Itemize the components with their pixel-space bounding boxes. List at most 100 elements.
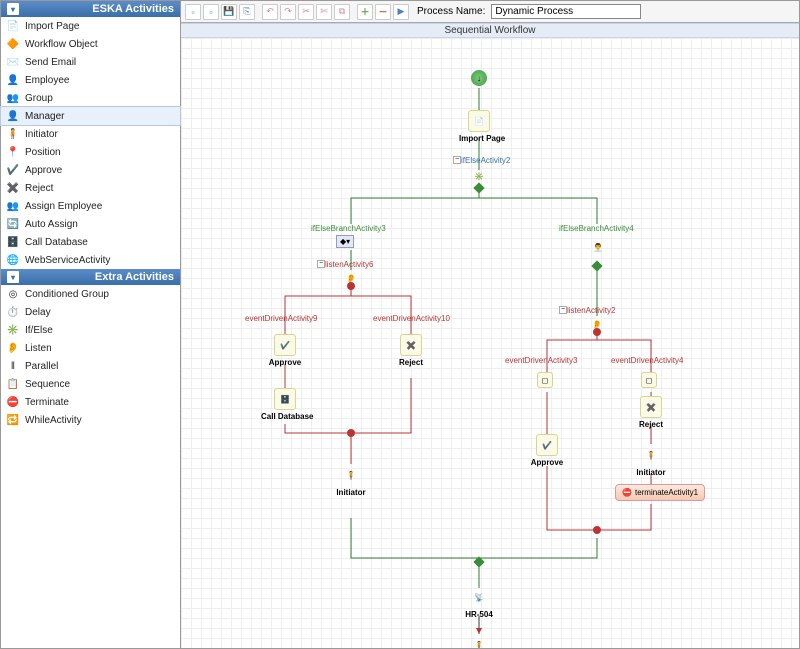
tb-add[interactable]: ＋ <box>357 4 373 20</box>
item-label: Group <box>25 93 53 104</box>
ifelse-branch3[interactable]: ifElseBranchActivity3 <box>311 224 386 233</box>
tb-remove[interactable]: － <box>375 4 391 20</box>
app-root: ▾ESKA Activities 📄 Import Page 🔶Workflow Ob… <box>0 0 800 649</box>
item-label: Initiator <box>25 129 58 140</box>
event-driven-3[interactable]: eventDrivenActivity3 <box>505 356 577 365</box>
item-label: Terminate <box>25 397 69 408</box>
item-icon: 🔁 <box>5 413 21 427</box>
start-node[interactable]: ↓ <box>471 70 487 88</box>
tb-new[interactable]: ▫ <box>185 4 201 20</box>
sidebar-item-workflow-object[interactable]: 🔶Workflow Object <box>1 35 180 53</box>
tb-save[interactable]: 💾 <box>221 4 237 20</box>
sidebar-item-import-page[interactable]: 📄 Import Page <box>1 17 180 35</box>
item-icon: 🔶 <box>5 37 21 51</box>
item-icon: 👥 <box>5 91 21 105</box>
sidebar-item-approve[interactable]: ✔️ Approve <box>1 161 180 179</box>
tb-paste[interactable]: ⧉ <box>334 4 350 20</box>
listen-activity6[interactable]: listenActivity6 <box>325 260 373 269</box>
sidebar-item-reject[interactable]: ✖️Reject <box>1 179 180 197</box>
tb-cut[interactable]: ✄ <box>316 4 332 20</box>
hr-504-activity[interactable]: 📡HR-504 <box>459 586 499 619</box>
initiator-bottom[interactable]: 🧍Initiator <box>457 634 501 648</box>
sidebar-item-call-database[interactable]: 🗄️Call Database <box>1 233 180 251</box>
event-driven-4[interactable]: eventDrivenActivity4 <box>611 356 683 365</box>
item-icon: ✔️ <box>5 163 21 177</box>
tb-saveall[interactable]: ⎘ <box>239 4 255 20</box>
sidebar-item-send-email[interactable]: ✉️Send Email <box>1 53 180 71</box>
panel-header[interactable]: ▾ESKA Activities <box>1 1 180 17</box>
item-icon: 🌐 <box>5 253 21 267</box>
item-icon: 🗄️ <box>5 235 21 249</box>
tb-redo[interactable]: ↷ <box>280 4 296 20</box>
collapse-ifelse2[interactable]: − <box>453 156 461 164</box>
item-icon: 📋 <box>5 377 21 391</box>
event-driven-10[interactable]: eventDrivenActivity10 <box>373 314 450 323</box>
item-icon: 🧍 <box>5 127 21 141</box>
sidebar-item-conditioned-group[interactable]: ◎Conditioned Group <box>1 285 180 303</box>
item-label: Auto Assign <box>25 219 78 230</box>
sidebar-item-terminate[interactable]: ⛔Terminate <box>1 393 180 411</box>
initiator-left[interactable]: 🧍Initiator <box>331 464 371 497</box>
panel-header[interactable]: ▾Extra Activities <box>1 269 180 285</box>
tb-copy[interactable]: ✂ <box>298 4 314 20</box>
item-icon: 📄 <box>5 19 21 33</box>
item-label: Assign Employee <box>25 201 102 212</box>
terminate-activity[interactable]: ⛔terminateActivity1 <box>615 484 705 501</box>
sidebar-item-webserviceactivity[interactable]: 🌐 WebServiceActivity <box>1 251 180 269</box>
workflow-canvas[interactable]: ↓ 📄Import Page − ifElseActivity2 ✳️ ifEl… <box>181 38 799 648</box>
item-label: Import Page <box>25 21 79 32</box>
branch4-diamond <box>591 260 602 271</box>
item-label: Approve <box>25 165 62 176</box>
sidebar-item-parallel[interactable]: ‖ Parallel <box>1 357 180 375</box>
item-label: WhileActivity <box>25 415 82 426</box>
sidebar-item-group[interactable]: 👥 Group <box>1 89 180 107</box>
merge-dot-left <box>347 429 355 437</box>
item-label: WebServiceActivity <box>25 255 110 266</box>
listen6-join-dot <box>347 282 355 290</box>
branch3-button[interactable]: ◆▾ <box>336 235 354 248</box>
listen-activity2[interactable]: listenActivity2 <box>567 306 615 315</box>
sidebar-item-sequence[interactable]: 📋Sequence <box>1 375 180 393</box>
ifelse-activity2[interactable]: ifElseActivity2 <box>461 156 510 165</box>
initiator-right[interactable]: 🧍Initiator <box>631 444 671 477</box>
listen2-join-dot <box>593 328 601 336</box>
sidebar-item-initiator[interactable]: 🧍 Initiator <box>1 125 180 143</box>
item-icon: ‖ <box>5 359 21 373</box>
collapse-listen6[interactable]: − <box>317 260 325 268</box>
item-label: Parallel <box>25 361 58 372</box>
ifelse-branch4[interactable]: ifElseBranchActivity4 <box>559 224 634 233</box>
call-database-activity[interactable]: 🗄️Call Database <box>261 388 309 421</box>
sidebar-item-whileactivity[interactable]: 🔁 WhileActivity <box>1 411 180 429</box>
item-icon: ✳️ <box>5 323 21 337</box>
reject-activity-right[interactable]: ✖️Reject <box>635 396 667 429</box>
event-driven-9[interactable]: eventDrivenActivity9 <box>245 314 317 323</box>
item-label: Employee <box>25 75 69 86</box>
approve-activity-left[interactable]: ✔️Approve <box>267 334 303 367</box>
sidebar-item-auto-assign[interactable]: 🔄 Auto Assign <box>1 215 180 233</box>
reject-activity-left[interactable]: ✖️Reject <box>395 334 427 367</box>
sidebar-item-listen[interactable]: 👂 Listen <box>1 339 180 357</box>
approve-activity-right[interactable]: ✔️Approve <box>529 434 565 467</box>
item-icon: 👂 <box>5 341 21 355</box>
sidebar-item-assign-employee[interactable]: 👥Assign Employee <box>1 197 180 215</box>
sidebar-item-if-else[interactable]: ✳️If/Else <box>1 321 180 339</box>
tb-open[interactable]: ▫ <box>203 4 219 20</box>
sidebar-item-delay[interactable]: ⏱️Delay <box>1 303 180 321</box>
panel-toggle-icon[interactable]: ▾ <box>7 271 19 283</box>
import-page-activity[interactable]: 📄Import Page <box>459 110 499 143</box>
branch4-manager-icon: 👨‍💼 <box>587 236 609 260</box>
sidebar: ▾ESKA Activities 📄 Import Page 🔶Workflow Ob… <box>1 1 181 648</box>
merge-dot-right <box>593 526 601 534</box>
collapse-listen2[interactable]: − <box>559 306 567 314</box>
tb-undo[interactable]: ↶ <box>262 4 278 20</box>
item-icon: 🔄 <box>5 217 21 231</box>
sidebar-item-employee[interactable]: 👤Employee <box>1 71 180 89</box>
sidebar-item-manager[interactable]: 👤Manager <box>1 107 180 125</box>
item-label: Reject <box>25 183 53 194</box>
process-name-input[interactable] <box>491 4 641 19</box>
sidebar-item-position[interactable]: 📍Position <box>1 143 180 161</box>
tb-publish[interactable]: ▶ <box>393 4 409 20</box>
toolbar: ▫ ▫ 💾 ⎘ ↶ ↷ ✂ ✄ ⧉ ＋ － ▶ Process Name: <box>181 1 799 23</box>
panel-toggle-icon[interactable]: ▾ <box>7 3 19 15</box>
item-label: Listen <box>25 343 52 354</box>
